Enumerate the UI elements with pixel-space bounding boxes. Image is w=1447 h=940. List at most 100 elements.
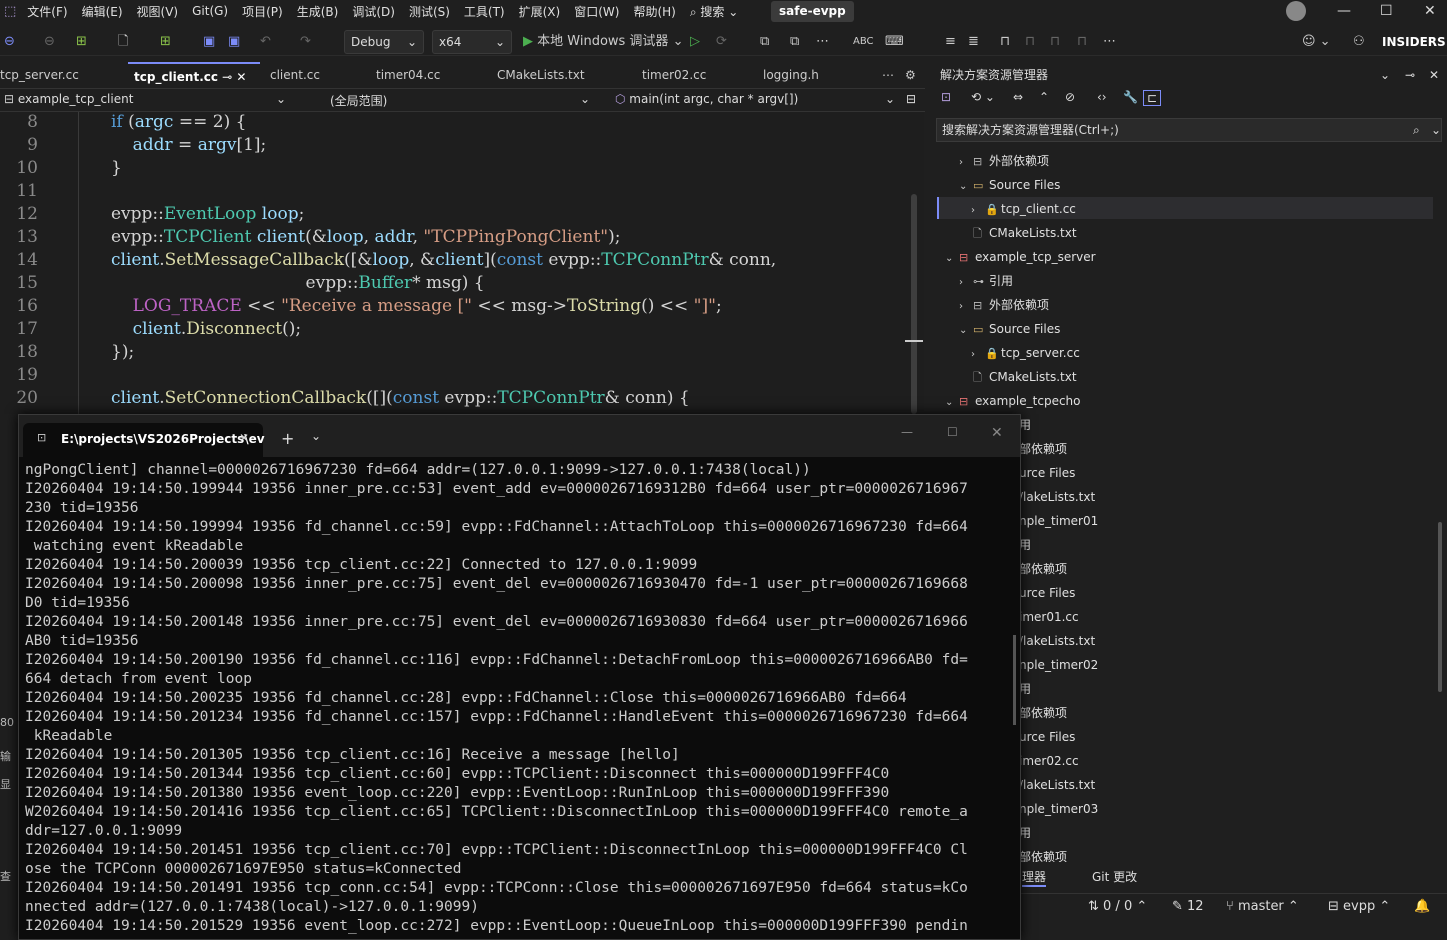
terminal-output[interactable]: ngPongClient] channel=0000026716967230 f… [25, 461, 1000, 939]
close-icon[interactable]: ✕ [991, 425, 1003, 441]
menu-test[interactable]: 测试(S) [402, 3, 457, 20]
tree-item[interactable]: › ⊟ 外部依赖项 [959, 149, 1049, 173]
new-project-icon[interactable]: ⊞ [76, 32, 87, 52]
edits-status[interactable]: ✎ 12 [1172, 899, 1204, 914]
code-editor[interactable]: 8 9 10 11 12 13 14 15 16 17 18 19 20 if … [0, 112, 924, 414]
solution-search-input[interactable]: 搜索解决方案资源管理器(Ctrl+;) ⌕ ⌄ [936, 118, 1442, 142]
tree-item[interactable]: 🗋 CMakeLists.txt [973, 365, 1077, 389]
tab-timer02[interactable]: timer02.cc [642, 62, 706, 88]
bookmark-next-icon[interactable]: ⊓ [1050, 32, 1060, 52]
menu-help[interactable]: 帮助(H) [626, 3, 682, 20]
maximize-icon[interactable]: ☐ [947, 425, 958, 439]
avatar[interactable] [1286, 1, 1306, 21]
save-all-icon[interactable]: ▣ [228, 32, 240, 52]
tree-item-partial[interactable]: /lakeLists.txt [1019, 629, 1095, 653]
maximize-icon[interactable]: ☐ [1380, 3, 1393, 19]
tree-item[interactable]: › ⊶ 引用 [959, 269, 1013, 293]
tree-item-partial[interactable]: nple_timer02 [1019, 653, 1098, 677]
terminal-window[interactable]: ⊡ E:\projects\VS2026Projects\ev ✕ + ⌄ — … [18, 414, 1021, 940]
tab-overflow-icon[interactable]: ⋯ [882, 62, 894, 88]
format-icon[interactable]: ≡ [945, 32, 956, 52]
folder-search-icon[interactable]: ⧉ [760, 32, 769, 52]
menu-git[interactable]: Git(G) [185, 4, 235, 18]
tree-item-partial[interactable]: urce Files [1019, 461, 1075, 485]
window-icon[interactable]: ⧉ [790, 32, 799, 52]
start-debug-button[interactable]: ▶ 本地 Windows 调试器 ⌄ [523, 32, 683, 52]
new-file-icon[interactable]: 🗋 [118, 32, 128, 52]
tree-item[interactable]: ⌄ ▭ Source Files [959, 173, 1060, 197]
collapse-all-icon[interactable]: ⌃ [1039, 90, 1049, 104]
tab-tcp-client[interactable]: tcp_client.cc ⊸ ✕ [128, 62, 260, 88]
preview-icon[interactable]: ⊏ [1143, 90, 1162, 106]
tree-item[interactable]: ⌄ ▭ Source Files [959, 317, 1060, 341]
menu-window[interactable]: 窗口(W) [567, 3, 626, 20]
tree-item-partial[interactable]: 部依赖项 [1019, 557, 1067, 581]
tree-item-partial[interactable]: 部依赖项 [1019, 701, 1067, 725]
pin-icon[interactable]: ⊸ [222, 70, 232, 84]
tree-item-partial[interactable]: nple_timer01 [1019, 509, 1098, 533]
terminal-scrollbar[interactable] [1013, 635, 1016, 725]
menu-file[interactable]: 文件(F) [20, 3, 74, 20]
tree-item-partial[interactable]: /lakeLists.txt [1019, 485, 1095, 509]
code-view-icon[interactable]: ‹› [1097, 90, 1107, 104]
tree-item-partial[interactable]: urce Files [1019, 725, 1075, 749]
forward-icon[interactable]: ⊖ [44, 32, 55, 52]
gear-icon[interactable]: ⚙ [905, 62, 916, 88]
tree-item-partial[interactable]: 部依赖项 [1019, 437, 1067, 461]
repo-status[interactable]: ⊟ evpp ⌃ [1328, 899, 1390, 914]
open-icon[interactable]: ⊞ [160, 32, 171, 52]
redo-icon[interactable]: ↷ [300, 32, 311, 52]
tab-tcp-server[interactable]: tcp_server.cc [0, 62, 79, 88]
vertical-scrollbar[interactable] [911, 194, 917, 414]
sync-icon[interactable]: ⊡ [941, 90, 951, 104]
bookmark-icon[interactable]: ⊓ [1000, 32, 1010, 52]
tab-cmakelists[interactable]: CMakeLists.txt [497, 62, 585, 88]
menu-extensions[interactable]: 扩展(X) [512, 3, 568, 20]
tree-item-partial[interactable]: /lakeLists.txt [1019, 773, 1095, 797]
vertical-scrollbar[interactable] [1438, 522, 1442, 692]
bookmark-clear-icon[interactable]: ⊓ [1077, 32, 1087, 52]
chevron-down-icon[interactable]: ⌄ [1431, 119, 1441, 141]
hot-reload-icon[interactable]: ⟳ [716, 32, 727, 52]
member-dropdown[interactable]: ⬡ main(int argc, char * argv[]) ⌄ [615, 92, 897, 106]
tree-item-partial[interactable]: urce Files [1019, 581, 1075, 605]
show-all-files-icon[interactable]: ⊘ [1065, 90, 1075, 104]
search-menu[interactable]: ⌕ 搜索 ⌄ [683, 3, 745, 20]
split-icon[interactable]: ⊟ [906, 92, 916, 106]
tree-item[interactable]: › ⊟ 外部依赖项 [959, 293, 1049, 317]
chevron-down-icon[interactable]: ⌄ [311, 429, 321, 443]
menu-edit[interactable]: 编辑(E) [75, 3, 130, 20]
platform-dropdown[interactable]: x64 ⌄ [432, 30, 512, 54]
close-icon[interactable]: ✕ [239, 431, 249, 445]
tree-item-partial[interactable]: imer01.cc [1019, 605, 1079, 629]
tree-item-partial[interactable]: nple_timer03 [1019, 797, 1098, 821]
notification-icon[interactable]: 🔔 [1414, 899, 1430, 914]
menu-view[interactable]: 视图(V) [130, 3, 186, 20]
tab-logging[interactable]: logging.h [763, 62, 819, 88]
sync-status[interactable]: ⇅ 0 / 0 ⌃ [1088, 899, 1147, 914]
terminal-tab[interactable]: ⊡ E:\projects\VS2026Projects\ev ✕ [23, 423, 265, 457]
undo-icon[interactable]: ↶ [260, 32, 271, 52]
tab-timer04[interactable]: timer04.cc [376, 62, 440, 88]
tree-item[interactable]: › 🔒 tcp_client.cc [971, 197, 1076, 221]
configuration-dropdown[interactable]: Debug ⌄ [344, 30, 424, 54]
project-dropdown[interactable]: ⊟ example_tcp_client ⌄ [4, 92, 289, 106]
menu-tools[interactable]: 工具(T) [457, 3, 512, 20]
more-icon[interactable]: ⋯ [1103, 32, 1116, 52]
menu-debug[interactable]: 调试(D) [345, 3, 402, 20]
chevron-down-icon[interactable]: ⌄ [1380, 62, 1390, 88]
close-icon[interactable]: ✕ [1429, 62, 1439, 88]
close-icon[interactable]: ✕ [236, 70, 246, 84]
tab-client[interactable]: client.cc [270, 62, 320, 88]
tree-item-partial[interactable]: imer02.cc [1019, 749, 1079, 773]
close-icon[interactable]: ✕ [1424, 3, 1436, 19]
minimize-icon[interactable]: — [1337, 3, 1351, 19]
new-tab-icon[interactable]: + [281, 429, 294, 448]
start-without-debug-icon[interactable]: ▷ [690, 32, 700, 52]
spellcheck-icon[interactable]: ABC [853, 32, 874, 52]
tree-item[interactable]: 🗋 CMakeLists.txt [973, 221, 1077, 245]
tab-git-changes[interactable]: Git 更改 [1092, 868, 1137, 885]
switch-views-icon[interactable]: ⇔ [1013, 90, 1023, 104]
menu-project[interactable]: 项目(P) [235, 3, 290, 20]
bookmark-prev-icon[interactable]: ⊓ [1025, 32, 1035, 52]
